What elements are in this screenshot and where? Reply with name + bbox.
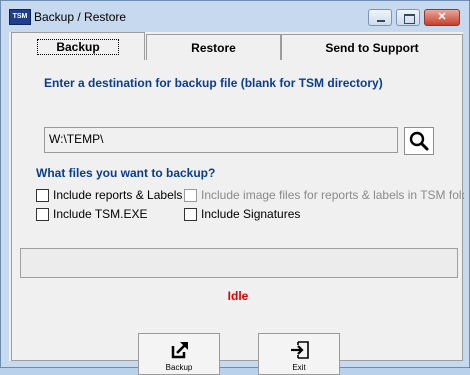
tab-backup-label: Backup	[37, 39, 119, 55]
include-image-files-checkbox[interactable]: Include image files for reports & labels…	[184, 188, 464, 202]
destination-input[interactable]: W:\TEMP\	[44, 127, 398, 153]
include-image-files-label: Include image files for reports & labels…	[201, 188, 464, 202]
checkbox-box[interactable]	[36, 208, 49, 221]
checkbox-box[interactable]	[36, 189, 49, 202]
window-title: Backup / Restore	[34, 10, 127, 24]
checkbox-box[interactable]	[184, 208, 197, 221]
title-bar[interactable]: TSM Backup / Restore ✕	[1, 1, 469, 31]
tab-restore[interactable]: Restore	[146, 34, 281, 60]
destination-heading: Enter a destination for backup file (bla…	[44, 76, 383, 90]
close-icon: ✕	[437, 11, 447, 23]
export-icon	[171, 342, 188, 359]
files-heading: What files you want to backup?	[36, 166, 216, 180]
backup-panel: Enter a destination for backup file (bla…	[11, 60, 464, 375]
backup-button[interactable]: Backup	[138, 333, 220, 375]
include-reports-labels-checkbox[interactable]: Include reports & Labels	[36, 188, 182, 202]
include-reports-labels-label: Include reports & Labels	[53, 188, 183, 202]
backup-restore-window: TSM Backup / Restore ✕ Backup Restore Se…	[0, 0, 470, 375]
include-signatures-checkbox[interactable]: Include Signatures	[184, 207, 300, 221]
browse-button[interactable]	[404, 127, 434, 155]
tab-strip: Backup Restore Send to Support	[9, 32, 463, 60]
minimize-icon	[377, 20, 385, 22]
exit-icon	[291, 341, 309, 359]
include-tsm-exe-checkbox[interactable]: Include TSM.EXE	[36, 207, 148, 221]
minimize-button[interactable]	[368, 9, 392, 26]
checkbox-box[interactable]	[184, 189, 197, 202]
include-signatures-label: Include Signatures	[201, 207, 301, 221]
client-area: Backup Restore Send to Support Enter a d…	[9, 32, 464, 375]
tab-send-to-support-label: Send to Support	[325, 41, 419, 55]
status-text: Idle	[227, 289, 249, 303]
tab-backup[interactable]: Backup	[11, 32, 145, 60]
tab-send-to-support[interactable]: Send to Support	[281, 34, 463, 60]
search-icon	[409, 131, 429, 151]
maximize-button[interactable]	[396, 9, 420, 26]
include-tsm-exe-label: Include TSM.EXE	[53, 207, 148, 221]
close-button[interactable]: ✕	[424, 9, 460, 26]
exit-button[interactable]: Exit	[258, 333, 340, 375]
app-icon: TSM	[9, 9, 31, 25]
tab-restore-label: Restore	[191, 41, 236, 55]
progress-bar	[20, 248, 458, 278]
maximize-icon	[404, 14, 415, 24]
